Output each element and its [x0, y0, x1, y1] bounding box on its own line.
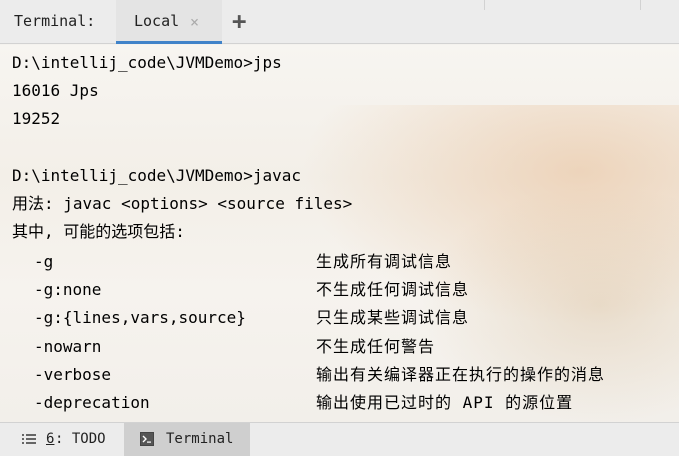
terminal-button[interactable]: Terminal	[124, 423, 250, 456]
header-divider	[640, 0, 641, 10]
todo-shortcut: 6	[46, 431, 55, 447]
option-description: 生成所有调试信息	[316, 252, 453, 271]
terminal-label: Terminal	[166, 431, 234, 447]
terminal-icon	[140, 432, 154, 446]
tab-local[interactable]: Local ×	[116, 0, 222, 44]
output-line: 其中, 可能的选项包括:	[12, 222, 185, 241]
terminal-title: Terminal:	[14, 12, 96, 30]
background-image	[420, 185, 679, 422]
list-icon	[22, 434, 36, 444]
option-flag: -g	[34, 252, 54, 271]
output-line: D:\intellij_code\JVMDemo>javac	[12, 166, 301, 185]
output-line: 16016 Jps	[12, 81, 99, 100]
todo-label: : TODO	[55, 431, 106, 447]
tab-local-label: Local	[134, 12, 180, 30]
todo-button[interactable]: 6 : TODO	[0, 423, 122, 456]
output-line: D:\intellij_code\JVMDemo>jps	[12, 53, 282, 72]
output-line: 19252	[12, 109, 61, 128]
option-description: 不生成任何警告	[316, 337, 436, 356]
option-flag: -g:none	[34, 280, 102, 299]
option-description: 不生成任何调试信息	[316, 280, 470, 299]
option-flag: -verbose	[34, 365, 112, 384]
option-flag: -deprecation	[34, 393, 150, 412]
option-description: 输出有关编译器正在执行的操作的消息	[316, 365, 606, 384]
option-flag: -g:{lines,vars,source}	[34, 308, 246, 327]
terminal-toolwindow-header: Terminal: Local × +	[0, 0, 679, 44]
tool-window-bar: 6 : TODO Terminal	[0, 422, 679, 456]
option-description: 只生成某些调试信息	[316, 308, 470, 327]
close-icon[interactable]: ×	[190, 13, 199, 31]
header-divider	[484, 0, 485, 10]
output-line: 用法: javac <options> <source files>	[12, 194, 353, 213]
option-flag: -nowarn	[34, 337, 102, 356]
terminal-output[interactable]: D:\intellij_code\JVMDemo>jps 16016 Jps 1…	[0, 45, 679, 422]
option-description: 输出使用已过时的 API 的源位置	[316, 393, 574, 412]
new-session-button[interactable]: +	[232, 7, 246, 35]
